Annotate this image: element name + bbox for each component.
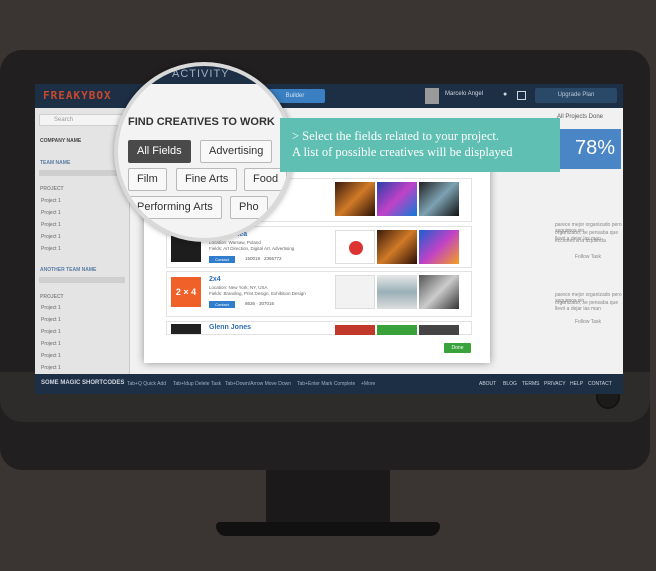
- all-projects-filter[interactable]: All Projects Done: [557, 114, 603, 120]
- creative-counts: 150019 · 2366772: [245, 256, 282, 261]
- sidebar-project[interactable]: Project 1: [41, 246, 61, 252]
- project-heading: PROJECT: [40, 294, 64, 300]
- footer-link-privacy[interactable]: PRIVACY: [544, 381, 566, 387]
- user-name[interactable]: Marcelo Angel: [445, 91, 483, 97]
- red-cross-icon: [349, 241, 363, 255]
- creative-fields: Fields: Art Direction, Digital Art, Adve…: [209, 246, 295, 251]
- portfolio-thumbnail[interactable]: [335, 230, 375, 264]
- more-shortcuts-link[interactable]: +More: [361, 381, 375, 387]
- shortcut-item: Tab+Down/Arrow Move Down: [225, 381, 291, 387]
- sidebar-project[interactable]: Project 1: [41, 234, 61, 240]
- views-count: 307016: [259, 301, 275, 306]
- likes-count: 8636: [245, 301, 256, 306]
- contact-button[interactable]: Contact: [209, 301, 235, 308]
- magnified-navbar: ACTIVITY: [118, 66, 290, 84]
- creative-logo: [171, 324, 201, 334]
- sidebar-project[interactable]: Project 1: [41, 210, 61, 216]
- portfolio-thumbnail[interactable]: [377, 325, 417, 335]
- callout-line: > Select the fields related to your proj…: [292, 129, 499, 143]
- tag-fine-arts[interactable]: Fine Arts: [176, 168, 238, 191]
- portfolio-thumbnail[interactable]: [377, 230, 417, 264]
- sidebar-project[interactable]: Project 1: [41, 305, 61, 311]
- project-heading: PROJECT: [40, 186, 64, 192]
- instruction-callout: > Select the fields related to your proj…: [280, 118, 560, 172]
- company-name: COMPANY NAME: [40, 138, 82, 144]
- sidebar-project[interactable]: Project 1: [41, 317, 61, 323]
- sidebar-project[interactable]: Project 1: [41, 222, 61, 228]
- callout-line: A list of possible creatives will be dis…: [292, 145, 513, 159]
- shortcut-item: Tab+Q Quick Add: [127, 381, 167, 387]
- tag-film[interactable]: Film: [128, 168, 167, 191]
- footer-link-terms[interactable]: TERMS: [522, 381, 540, 387]
- calendar-icon[interactable]: [517, 91, 526, 100]
- sidebar-project[interactable]: Project 1: [41, 329, 61, 335]
- shortcut-item: Tab+Enter Mark Complete: [297, 381, 356, 387]
- top-navbar: FREAKYBOX Builder Marcelo Angel ● Upgrad…: [35, 84, 623, 108]
- portfolio-thumbnail[interactable]: [377, 182, 417, 216]
- team-name[interactable]: TEAM NAME: [40, 160, 70, 166]
- creative-counts: 8636 · 307016: [245, 301, 275, 306]
- avatar[interactable]: [425, 88, 439, 104]
- creative-row[interactable]: 2 × 4 2x4 Location: New York, NY, USA Fi…: [166, 271, 472, 317]
- portfolio-thumbnails: [335, 230, 461, 264]
- brand-logo[interactable]: FREAKYBOX: [43, 89, 112, 102]
- follow-task-link[interactable]: Follow Task: [575, 254, 601, 260]
- portfolio-thumbnail[interactable]: [419, 230, 459, 264]
- portfolio-thumbnail[interactable]: [335, 325, 375, 335]
- find-creatives-title: FIND CREATIVES TO WORK: [128, 116, 275, 128]
- monitor-stand-neck: [266, 470, 390, 524]
- likes-count: 150019: [245, 256, 261, 261]
- progress-stat: 78%: [555, 129, 621, 169]
- creative-row[interactable]: Glenn Jones: [166, 321, 472, 335]
- another-team-name[interactable]: ANOTHER TEAM NAME: [40, 267, 96, 273]
- portfolio-thumbnail[interactable]: [419, 182, 459, 216]
- portfolio-thumbnails: [335, 325, 461, 335]
- tag-all-fields[interactable]: All Fields: [128, 140, 191, 163]
- tag-performing-arts[interactable]: Performing Arts: [128, 196, 222, 219]
- portfolio-thumbnails: [335, 275, 461, 309]
- footer-bar: SOME MAGIC SHORTCODES Tab+Q Quick Add Ta…: [35, 374, 623, 394]
- portfolio-thumbnail[interactable]: [377, 275, 417, 309]
- footer-link-blog[interactable]: BLOG: [503, 381, 517, 387]
- footer-link-contact[interactable]: CONTACT: [588, 381, 612, 387]
- search-input[interactable]: Search: [39, 114, 125, 126]
- portfolio-thumbnail[interactable]: [419, 275, 459, 309]
- team-bar: [39, 277, 125, 283]
- contact-button[interactable]: Contact: [209, 256, 235, 263]
- footer-link-help[interactable]: HELP: [570, 381, 583, 387]
- sidebar-project[interactable]: Project 1: [41, 198, 61, 204]
- task-text: ecciones a la izquierda: [555, 238, 606, 244]
- sidebar-project[interactable]: Project 1: [41, 353, 61, 359]
- creative-location: Location: New York, NY, USA: [209, 285, 268, 290]
- done-button[interactable]: Done: [444, 343, 471, 353]
- creative-name[interactable]: 2x4: [209, 276, 221, 283]
- shortcut-item: Tab+Idup Delete Task: [173, 381, 222, 387]
- footer-link-about[interactable]: ABOUT: [479, 381, 496, 387]
- portfolio-thumbnail[interactable]: [335, 275, 375, 309]
- magnifier-lens: ACTIVITY FIND CREATIVES TO WORK All Fiel…: [114, 62, 294, 242]
- creative-fields: Fields: Branding, Print Design, Exhibiti…: [209, 291, 306, 296]
- follow-task-link[interactable]: Follow Task: [575, 319, 601, 325]
- tag-advertising[interactable]: Advertising: [200, 140, 273, 163]
- views-count: 2366772: [264, 256, 282, 261]
- portfolio-thumbnail[interactable]: [419, 325, 459, 335]
- sidebar-project[interactable]: Project 1: [41, 341, 61, 347]
- creative-logo: 2 × 4: [171, 277, 201, 307]
- creative-name[interactable]: Glenn Jones: [209, 324, 251, 331]
- shortcodes-title: SOME MAGIC SHORTCODES: [41, 380, 125, 386]
- tag-photography[interactable]: Pho: [230, 196, 268, 219]
- portfolio-thumbnails: [335, 182, 461, 216]
- activity-label[interactable]: ACTIVITY: [172, 68, 230, 80]
- upgrade-plan-button[interactable]: Upgrade Plan: [535, 88, 617, 103]
- bell-icon[interactable]: ●: [503, 91, 507, 98]
- monitor-stand-foot: [216, 522, 440, 536]
- sidebar-project[interactable]: Project 1: [41, 365, 61, 371]
- task-text: organizado, se pensaba que llevó a dejar…: [555, 300, 619, 312]
- team-bar: [39, 170, 125, 176]
- portfolio-thumbnail[interactable]: [335, 182, 375, 216]
